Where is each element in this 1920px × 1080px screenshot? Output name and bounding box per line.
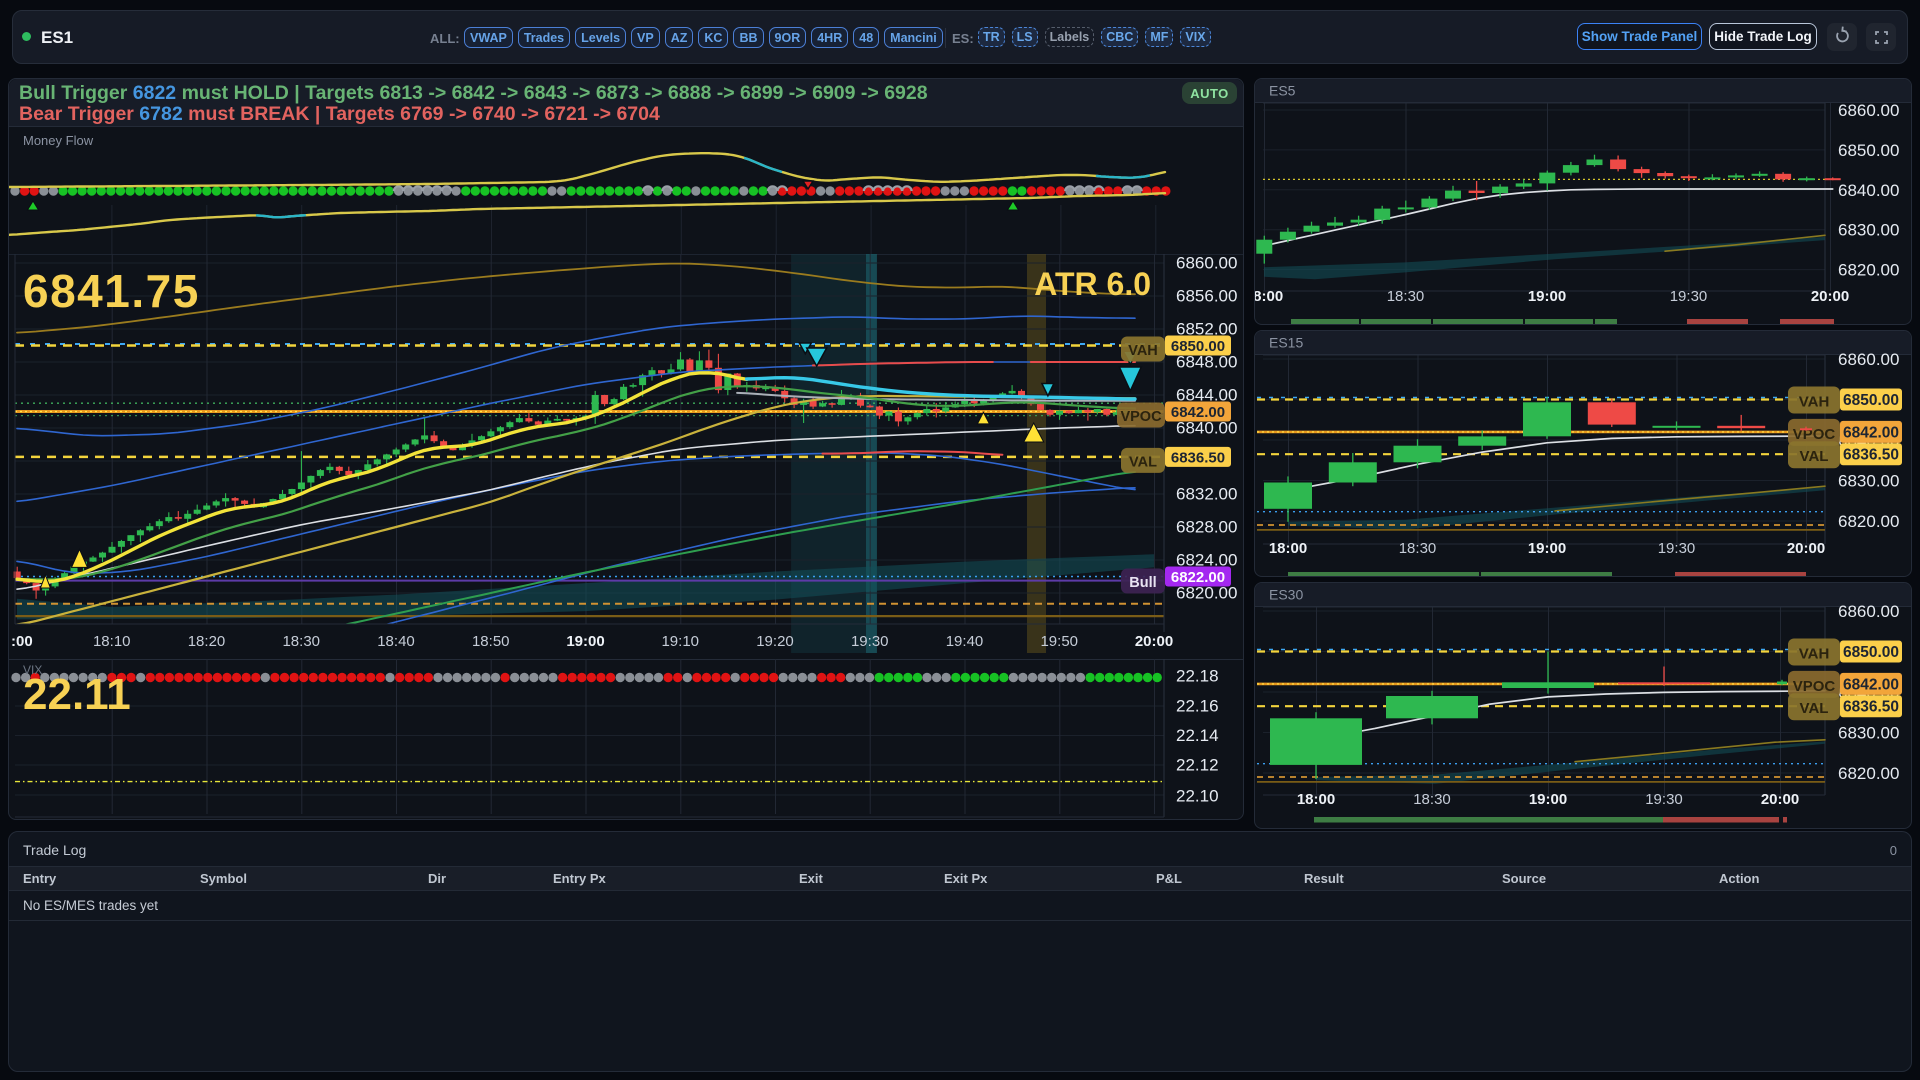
svg-text:18:20: 18:20 [188,633,226,650]
svg-text:VAH: VAH [1799,394,1830,411]
svg-text:6822.00: 6822.00 [1171,569,1225,586]
svg-text:18:30: 18:30 [282,633,320,650]
svg-text:6836.50: 6836.50 [1171,449,1225,466]
svg-text:6850.00: 6850.00 [1843,644,1899,661]
svg-text:18:10: 18:10 [93,633,131,650]
svg-text:18:30: 18:30 [1413,791,1451,808]
svg-text:6832.00: 6832.00 [1176,485,1237,504]
svg-text:6830.00: 6830.00 [1838,221,1899,240]
svg-text:ES5: ES5 [1269,83,1296,99]
svg-text:VPOC: VPOC [1793,426,1836,443]
svg-text:6850.00: 6850.00 [1843,392,1899,409]
svg-text:6842.00: 6842.00 [1843,424,1899,441]
svg-text:22.12: 22.12 [1176,756,1219,775]
svg-text:18:50: 18:50 [472,633,510,650]
svg-text:22.10: 22.10 [1176,787,1219,806]
svg-text::00: :00 [11,633,33,650]
svg-text:6860.00: 6860.00 [1838,602,1899,621]
svg-text:6830.00: 6830.00 [1838,724,1899,743]
svg-text:19:00: 19:00 [1528,288,1566,305]
svg-text:6842.00: 6842.00 [1171,404,1225,421]
svg-text:19:50: 19:50 [1040,633,1078,650]
svg-text:22.16: 22.16 [1176,697,1219,716]
svg-text:22.18: 22.18 [1176,667,1219,686]
svg-text:22.14: 22.14 [1176,726,1219,745]
svg-text:18:40: 18:40 [377,633,415,650]
svg-text:6820.00: 6820.00 [1838,764,1899,783]
svg-text:19:40: 19:40 [946,633,984,650]
svg-text:19:00: 19:00 [1528,540,1566,557]
svg-text:6860.00: 6860.00 [1838,350,1899,369]
svg-text:18:30: 18:30 [1387,288,1425,305]
svg-text:18:00: 18:00 [1255,288,1283,305]
svg-text:VAL: VAL [1800,448,1829,465]
svg-text:6860.00: 6860.00 [1838,101,1899,120]
svg-text:19:00: 19:00 [1529,791,1567,808]
svg-text:VPOC: VPOC [1793,678,1836,695]
svg-text:6840.00: 6840.00 [1838,181,1899,200]
svg-text:22.11: 22.11 [23,670,131,719]
svg-text:VPOC: VPOC [1120,409,1162,425]
svg-text:6828.00: 6828.00 [1176,518,1237,537]
svg-text:6850.00: 6850.00 [1838,141,1899,160]
svg-text:Bull: Bull [1129,575,1156,591]
svg-text:6842.00: 6842.00 [1843,676,1899,693]
svg-text:ES30: ES30 [1269,587,1303,603]
svg-text:VAH: VAH [1128,343,1158,359]
svg-text:19:20: 19:20 [756,633,794,650]
svg-text:18:30: 18:30 [1399,540,1437,557]
svg-text:VAL: VAL [1800,700,1829,717]
svg-text:19:00: 19:00 [566,633,604,650]
svg-text:6820.00: 6820.00 [1838,512,1899,531]
svg-text:6850.00: 6850.00 [1171,338,1225,355]
svg-text:20:00: 20:00 [1811,288,1849,305]
svg-text:20:00: 20:00 [1135,633,1173,650]
svg-text:6836.50: 6836.50 [1843,699,1899,716]
svg-text:6856.00: 6856.00 [1176,287,1237,306]
svg-text:6836.50: 6836.50 [1843,447,1899,464]
svg-text:VAL: VAL [1129,454,1157,470]
svg-text:19:30: 19:30 [1658,540,1696,557]
svg-text:6841.75: 6841.75 [23,265,200,317]
svg-text:ATR 6.0: ATR 6.0 [1034,266,1151,302]
svg-text:VAH: VAH [1799,646,1830,663]
svg-text:6860.00: 6860.00 [1176,254,1237,273]
svg-text:6820.00: 6820.00 [1838,261,1899,280]
svg-text:18:00: 18:00 [1297,791,1335,808]
svg-text:20:00: 20:00 [1761,791,1799,808]
svg-text:19:30: 19:30 [1645,791,1683,808]
svg-text:ES15: ES15 [1269,335,1303,351]
svg-text:19:30: 19:30 [1670,288,1708,305]
svg-text:18:00: 18:00 [1269,540,1307,557]
svg-text:20:00: 20:00 [1787,540,1825,557]
svg-text:19:10: 19:10 [661,633,699,650]
svg-text:Money Flow: Money Flow [23,133,94,148]
svg-text:6830.00: 6830.00 [1838,472,1899,491]
svg-text:19:30: 19:30 [851,633,889,650]
